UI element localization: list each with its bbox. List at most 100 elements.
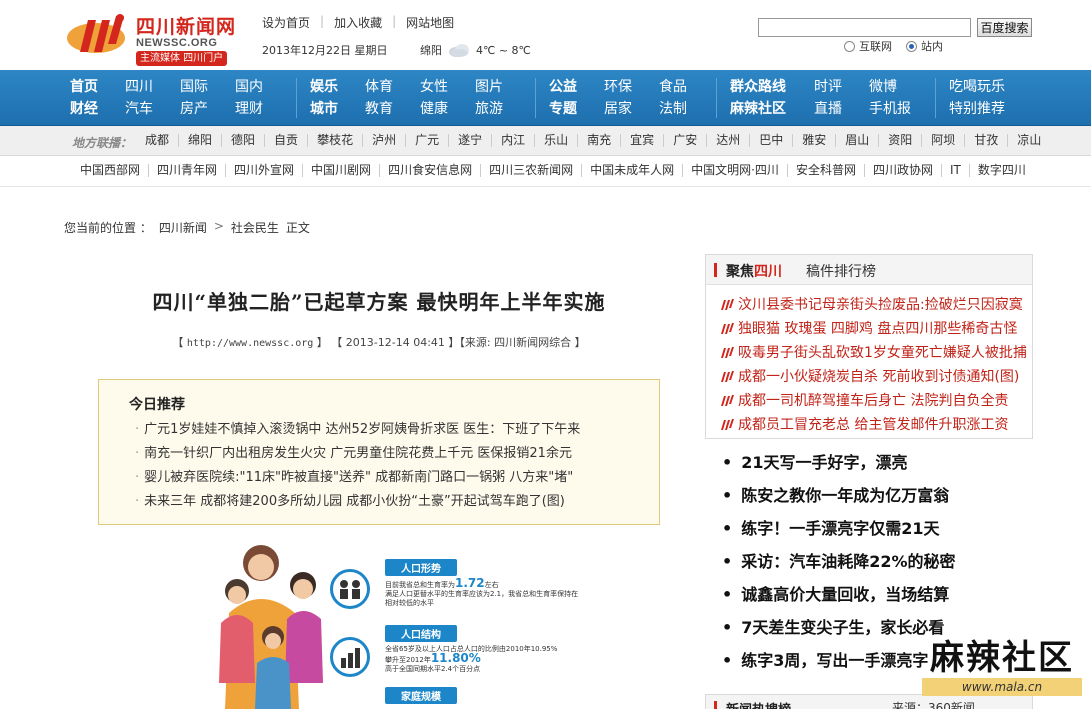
sponsored-link[interactable]: 21天写一手好字，漂亮 — [722, 446, 956, 479]
local-item[interactable]: 凉山 — [1007, 134, 1050, 147]
site-logo[interactable]: 四川新闻网 NEWSSC.ORG 主流媒体 四川门户 — [66, 10, 236, 66]
nav-item[interactable]: 旅游 — [475, 98, 530, 120]
nav-item[interactable]: 图片 — [475, 76, 530, 98]
search-input[interactable] — [758, 18, 971, 37]
local-item[interactable]: 巴中 — [749, 134, 792, 147]
nav-item[interactable]: 食品 — [659, 76, 714, 98]
nav-item[interactable]: 时评 — [814, 76, 869, 98]
local-item[interactable]: 达州 — [706, 134, 749, 147]
nav-item[interactable]: 娱乐 — [310, 76, 365, 98]
partner-link[interactable]: 四川外宣网 — [225, 164, 302, 177]
nav-item[interactable]: 四川 — [125, 76, 180, 98]
breadcrumb-item[interactable]: 社会民生 — [231, 219, 279, 236]
nav-item[interactable]: 房产 — [180, 98, 235, 120]
local-item[interactable]: 眉山 — [835, 134, 878, 147]
sponsored-link[interactable]: 采访：汽车油耗降22%的秘密 — [722, 545, 955, 578]
local-item[interactable]: 雅安 — [792, 134, 835, 147]
nav-item[interactable]: 首页 — [70, 76, 125, 98]
site-header: 四川新闻网 NEWSSC.ORG 主流媒体 四川门户 设为首页 | 加入收藏 |… — [0, 0, 1091, 70]
article-source[interactable]: 四川新闻网综合 — [494, 336, 571, 349]
radio-internet[interactable] — [844, 40, 855, 52]
partner-link[interactable]: 四川食安信息网 — [379, 164, 480, 177]
focus-news-item[interactable]: 成都一小伙疑烧炭自杀 死前收到讨债通知(图) — [720, 365, 1030, 389]
focus-news-item[interactable]: 吸毒男子街头乱砍致1岁女童死亡嫌疑人被批捕 — [720, 341, 1030, 365]
radio-site[interactable] — [906, 40, 917, 52]
set-homepage-link[interactable]: 设为首页 — [262, 14, 310, 31]
nav-item[interactable]: 特别推荐 — [949, 98, 1029, 120]
local-item[interactable]: 内江 — [491, 134, 534, 147]
article-url[interactable]: http://www.newssc.org — [187, 338, 313, 349]
local-item[interactable]: 广元 — [405, 134, 448, 147]
nav-item[interactable]: 汽车 — [125, 98, 180, 120]
tab-ranking[interactable]: 稿件排行榜 — [806, 261, 876, 281]
info-tag: 家庭规模 — [385, 687, 457, 704]
nav-group-3: 公益 专题 环保 居家 食品 法制 — [549, 76, 714, 120]
local-item[interactable]: 阿坝 — [921, 134, 964, 147]
nav-item[interactable]: 法制 — [659, 98, 714, 120]
partner-link[interactable]: 四川政协网 — [863, 164, 941, 177]
nav-item[interactable]: 国际 — [180, 76, 235, 98]
cloud-icon — [449, 44, 469, 57]
nav-item[interactable]: 手机报 — [869, 98, 924, 120]
nav-item[interactable]: 微博 — [869, 76, 924, 98]
local-item[interactable]: 甘孜 — [964, 134, 1007, 147]
recommend-item[interactable]: 未来三年 成都将建200多所幼儿园 成都小伙扮“土豪”开起试驾车跑了(图) — [135, 490, 580, 514]
sponsored-link[interactable]: 练字！一手漂亮字仅需21天 — [722, 512, 956, 545]
recommend-item[interactable]: 婴儿被弃医院续:"11床"昨被直接"送养" 成都新南门路口一锅粥 八方来"堵" — [135, 466, 580, 490]
partner-link[interactable]: 安全科普网 — [786, 164, 864, 177]
nav-item[interactable]: 直播 — [814, 98, 869, 120]
local-item[interactable]: 遂宁 — [448, 134, 491, 147]
recommend-item[interactable]: 南充一针织厂内出租房发生火灾 广元男童住院花费上千元 医保报销21余元 — [135, 442, 580, 466]
nav-item[interactable]: 体育 — [365, 76, 420, 98]
tab-focus-sichuan[interactable]: 聚焦四川 — [726, 261, 782, 281]
local-item[interactable]: 绵阳 — [178, 134, 221, 147]
nav-item[interactable]: 麻辣社区 — [730, 98, 814, 120]
nav-item[interactable]: 居家 — [604, 98, 659, 120]
focus-news-item[interactable]: 成都一司机醉驾撞车后身亡 法院判自负全责 — [720, 389, 1030, 413]
breadcrumb-item[interactable]: 四川新闻 — [159, 219, 207, 236]
recommend-item[interactable]: 广元1岁娃娃不慎掉入滚烫锅中 达州52岁阿姨骨折求医 医生：下班了下午来 — [135, 418, 580, 442]
sponsored-link[interactable]: 陈安之教你一年成为亿万富翁 — [722, 479, 956, 512]
nav-item[interactable]: 群众路线 — [730, 76, 814, 98]
nav-group-1: 首页 财经 四川 汽车 国际 房产 国内 理财 — [70, 76, 290, 120]
nav-item[interactable]: 城市 — [310, 98, 365, 120]
add-favorite-link[interactable]: 加入收藏 — [334, 14, 382, 31]
local-item[interactable]: 资阳 — [878, 134, 921, 147]
top-links: 设为首页 | 加入收藏 | 网站地图 — [262, 14, 464, 31]
partner-link[interactable]: 四川三农新闻网 — [480, 164, 581, 177]
local-item[interactable]: 广安 — [663, 134, 706, 147]
local-item[interactable]: 自贡 — [264, 134, 307, 147]
baidu-search-button[interactable]: 百度搜索 — [977, 18, 1032, 37]
nav-item[interactable]: 教育 — [365, 98, 420, 120]
local-item[interactable]: 攀枝花 — [307, 134, 362, 147]
nav-item[interactable]: 女性 — [420, 76, 475, 98]
nav-item[interactable]: 环保 — [604, 76, 659, 98]
local-channels-bar: 地方联播： 成都 绵阳 德阳 自贡 攀枝花 泸州 广元 遂宁 内江 乐山 南充 … — [0, 126, 1091, 156]
local-item[interactable]: 泸州 — [362, 134, 405, 147]
nav-item[interactable]: 专题 — [549, 98, 604, 120]
local-item[interactable]: 乐山 — [534, 134, 577, 147]
partner-link[interactable]: 中国西部网 — [72, 164, 148, 177]
local-item[interactable]: 宜宾 — [620, 134, 663, 147]
focus-news-item[interactable]: 成都员工冒充老总 给主管发邮件升职涨工资 — [720, 413, 1030, 437]
partner-link[interactable]: 四川青年网 — [148, 164, 225, 177]
partner-link[interactable]: 中国文明网·四川 — [682, 164, 787, 177]
sponsored-link[interactable]: 诚鑫高价大量回收，当场结算 — [722, 578, 956, 611]
nav-item[interactable]: 国内 — [235, 76, 290, 98]
local-item[interactable]: 成都 — [136, 134, 178, 147]
partner-link[interactable]: IT — [940, 164, 969, 177]
focus-news-item[interactable]: 汶川县委书记母亲街头捡废品:捡破烂只因寂寞 — [720, 293, 1030, 317]
divider — [0, 186, 1091, 187]
local-item[interactable]: 德阳 — [221, 134, 264, 147]
nav-item[interactable]: 财经 — [70, 98, 125, 120]
sitemap-link[interactable]: 网站地图 — [406, 14, 454, 31]
focus-news-item[interactable]: 独眼猫 玫瑰蛋 四脚鸡 盘点四川那些稀奇古怪 — [720, 317, 1030, 341]
nav-item[interactable]: 吃喝玩乐 — [949, 76, 1029, 98]
partner-link[interactable]: 数字四川 — [968, 164, 1034, 177]
local-item[interactable]: 南充 — [577, 134, 620, 147]
nav-item[interactable]: 理财 — [235, 98, 290, 120]
partner-link[interactable]: 中国未成年人网 — [581, 164, 682, 177]
nav-item[interactable]: 公益 — [549, 76, 604, 98]
nav-item[interactable]: 健康 — [420, 98, 475, 120]
partner-link[interactable]: 中国川剧网 — [302, 164, 379, 177]
